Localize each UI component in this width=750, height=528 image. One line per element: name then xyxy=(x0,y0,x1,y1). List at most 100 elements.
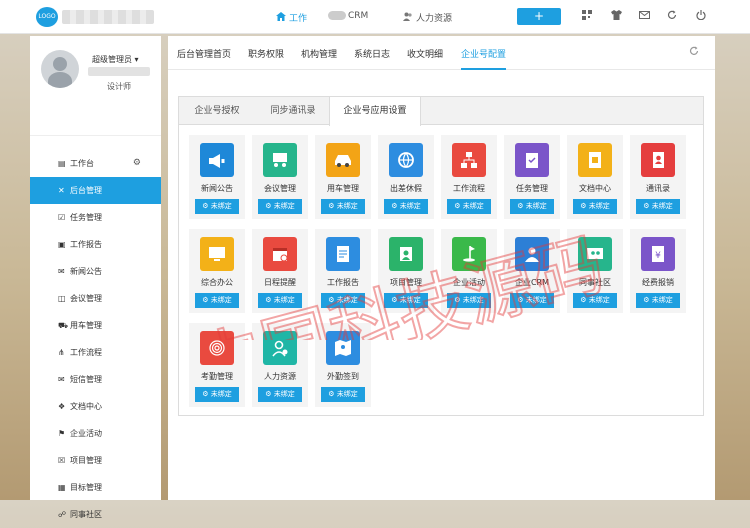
app-card[interactable]: 日程提醒 ⚙ 未绑定 xyxy=(252,229,308,313)
bind-button[interactable]: ⚙ 未绑定 xyxy=(447,199,491,214)
tab-enterprise-config[interactable]: 企业号配置 xyxy=(461,47,507,70)
bind-button[interactable]: ⚙ 未绑定 xyxy=(258,387,302,402)
sidebar-item-10[interactable]: ⚑ 企业活动 xyxy=(30,420,161,447)
sidebar-item-icon: ☍ xyxy=(58,510,67,519)
bind-button[interactable]: ⚙ 未绑定 xyxy=(636,199,680,214)
shirt-icon[interactable] xyxy=(609,10,623,24)
nav-crm[interactable]: CRM xyxy=(328,11,368,21)
bind-button[interactable]: ⚙ 未绑定 xyxy=(195,293,239,308)
refresh-icon[interactable] xyxy=(689,46,699,59)
app-card[interactable]: 文档中心 ⚙ 未绑定 xyxy=(567,135,623,219)
sidebar-item-3[interactable]: ▣ 工作报告 xyxy=(30,231,161,258)
bind-button[interactable]: ⚙ 未绑定 xyxy=(384,293,428,308)
app-card[interactable]: 工作流程 ⚙ 未绑定 xyxy=(441,135,497,219)
bind-button[interactable]: ⚙ 未绑定 xyxy=(321,387,365,402)
sidebar-item-0[interactable]: ▤ 工作台 ⚙ xyxy=(30,150,161,177)
bind-button[interactable]: ⚙ 未绑定 xyxy=(384,199,428,214)
sidebar-item-icon: ▣ xyxy=(58,240,66,249)
nav-hr[interactable]: 人力资源 xyxy=(403,11,452,24)
app-card[interactable]: 会议管理 ⚙ 未绑定 xyxy=(252,135,308,219)
nav-work[interactable]: 工作 xyxy=(276,11,307,24)
gear-icon[interactable]: ⚙ xyxy=(133,150,141,177)
bind-button[interactable]: ⚙ 未绑定 xyxy=(636,293,680,308)
monitor-icon xyxy=(200,237,234,271)
app-card[interactable]: 工作报告 ⚙ 未绑定 xyxy=(315,229,371,313)
add-button[interactable]: + xyxy=(517,8,561,25)
bind-button[interactable]: ⚙ 未绑定 xyxy=(195,387,239,402)
tab-enterprise-auth[interactable]: 企业号授权 xyxy=(179,97,255,125)
user-add-icon xyxy=(263,331,297,365)
home-icon xyxy=(276,12,286,24)
bind-button[interactable]: ⚙ 未绑定 xyxy=(258,199,302,214)
sidebar-item-label: 用车管理 xyxy=(70,321,102,330)
mail-icon[interactable] xyxy=(637,10,651,24)
nav-work-label: 工作 xyxy=(289,14,308,24)
sidebar-item-13[interactable]: ☍ 同事社区 xyxy=(30,501,161,528)
sidebar-item-7[interactable]: ⋔ 工作流程 xyxy=(30,339,161,366)
bind-button[interactable]: ⚙ 未绑定 xyxy=(195,199,239,214)
tab-app-settings[interactable]: 企业号应用设置 xyxy=(329,97,421,126)
sidebar-item-label: 任务管理 xyxy=(70,213,102,222)
logo: LOGO xyxy=(36,7,58,27)
sidebar-item-5[interactable]: ◫ 会议管理 xyxy=(30,285,161,312)
tab-sync-contacts[interactable]: 同步通讯录 xyxy=(255,97,331,125)
refresh-icon[interactable] xyxy=(665,10,679,24)
app-label: 人力资源 xyxy=(264,372,296,381)
sidebar-item-8[interactable]: ✉ 短信管理 xyxy=(30,366,161,393)
sidebar-item-9[interactable]: ❖ 文档中心 xyxy=(30,393,161,420)
app-card[interactable]: 通讯录 ⚙ 未绑定 xyxy=(630,135,686,219)
app-label: 考勤管理 xyxy=(201,372,233,381)
bind-button[interactable]: ⚙ 未绑定 xyxy=(573,293,617,308)
bind-button[interactable]: ⚙ 未绑定 xyxy=(321,199,365,214)
app-card[interactable]: 项目管理 ⚙ 未绑定 xyxy=(378,229,434,313)
sidebar-item-12[interactable]: ▦ 目标管理 xyxy=(30,474,161,501)
app-card[interactable]: 任务管理 ⚙ 未绑定 xyxy=(504,135,560,219)
sidebar-item-label: 同事社区 xyxy=(70,510,102,519)
meeting-icon xyxy=(263,143,297,177)
app-label: 同事社区 xyxy=(579,278,611,287)
app-card[interactable]: 出差休假 ⚙ 未绑定 xyxy=(378,135,434,219)
app-card[interactable]: 企业CRM ⚙ 未绑定 xyxy=(504,229,560,313)
sidebar-item-2[interactable]: ☑ 任务管理 xyxy=(30,204,161,231)
app-card[interactable]: 外勤签到 ⚙ 未绑定 xyxy=(315,323,371,407)
tab-admin-home[interactable]: 后台管理首页 xyxy=(177,47,231,60)
community-icon xyxy=(578,237,612,271)
app-card[interactable]: 企业活动 ⚙ 未绑定 xyxy=(441,229,497,313)
bind-button[interactable]: ⚙ 未绑定 xyxy=(447,293,491,308)
avatar[interactable] xyxy=(41,50,79,88)
app-label: 新闻公告 xyxy=(201,184,233,193)
app-card[interactable]: 新闻公告 ⚙ 未绑定 xyxy=(189,135,245,219)
tab-system-log[interactable]: 系统日志 xyxy=(354,47,390,60)
sidebar-item-11[interactable]: ☒ 项目管理 xyxy=(30,447,161,474)
power-icon[interactable] xyxy=(694,10,708,24)
app-label: 工作流程 xyxy=(453,184,485,193)
sidebar-item-icon: ☒ xyxy=(58,456,66,465)
user-name[interactable]: 超级管理员 ▾ xyxy=(92,54,139,65)
tab-job-permissions[interactable]: 职务权限 xyxy=(248,47,284,60)
app-card[interactable]: ¥ 经费报销 ⚙ 未绑定 xyxy=(630,229,686,313)
config-panel: 企业号授权 同步通讯录 企业号应用设置 新闻公告 ⚙ 未绑定 会议管理 ⚙ 未绑定 用车… xyxy=(178,96,704,416)
qrcode-icon[interactable] xyxy=(580,10,594,24)
car-icon xyxy=(326,143,360,177)
tab-document-details[interactable]: 收文明细 xyxy=(407,47,443,60)
bind-button[interactable]: ⚙ 未绑定 xyxy=(510,199,554,214)
tab-organization[interactable]: 机构管理 xyxy=(301,47,337,60)
bind-button[interactable]: ⚙ 未绑定 xyxy=(510,293,554,308)
app-card[interactable]: 用车管理 ⚙ 未绑定 xyxy=(315,135,371,219)
app-card[interactable]: 综合办公 ⚙ 未绑定 xyxy=(189,229,245,313)
sidebar-item-6[interactable]: ⛟ 用车管理 xyxy=(30,312,161,339)
app-card[interactable]: 考勤管理 ⚙ 未绑定 xyxy=(189,323,245,407)
bind-button[interactable]: ⚙ 未绑定 xyxy=(573,199,617,214)
svg-text:¥: ¥ xyxy=(655,251,661,261)
app-card[interactable]: 人力资源 ⚙ 未绑定 xyxy=(252,323,308,407)
sidebar-item-label: 工作流程 xyxy=(70,348,102,357)
calendar-icon xyxy=(263,237,297,271)
sidebar-item-1[interactable]: ✕ 后台管理 xyxy=(30,177,161,204)
bind-button[interactable]: ⚙ 未绑定 xyxy=(321,293,365,308)
app-card[interactable]: 同事社区 ⚙ 未绑定 xyxy=(567,229,623,313)
bind-button[interactable]: ⚙ 未绑定 xyxy=(258,293,302,308)
sidebar-item-4[interactable]: ✉ 新闻公告 xyxy=(30,258,161,285)
sidebar-item-icon: ✉ xyxy=(58,267,65,276)
megaphone-icon xyxy=(200,143,234,177)
sidebar-item-label: 短信管理 xyxy=(70,375,102,384)
